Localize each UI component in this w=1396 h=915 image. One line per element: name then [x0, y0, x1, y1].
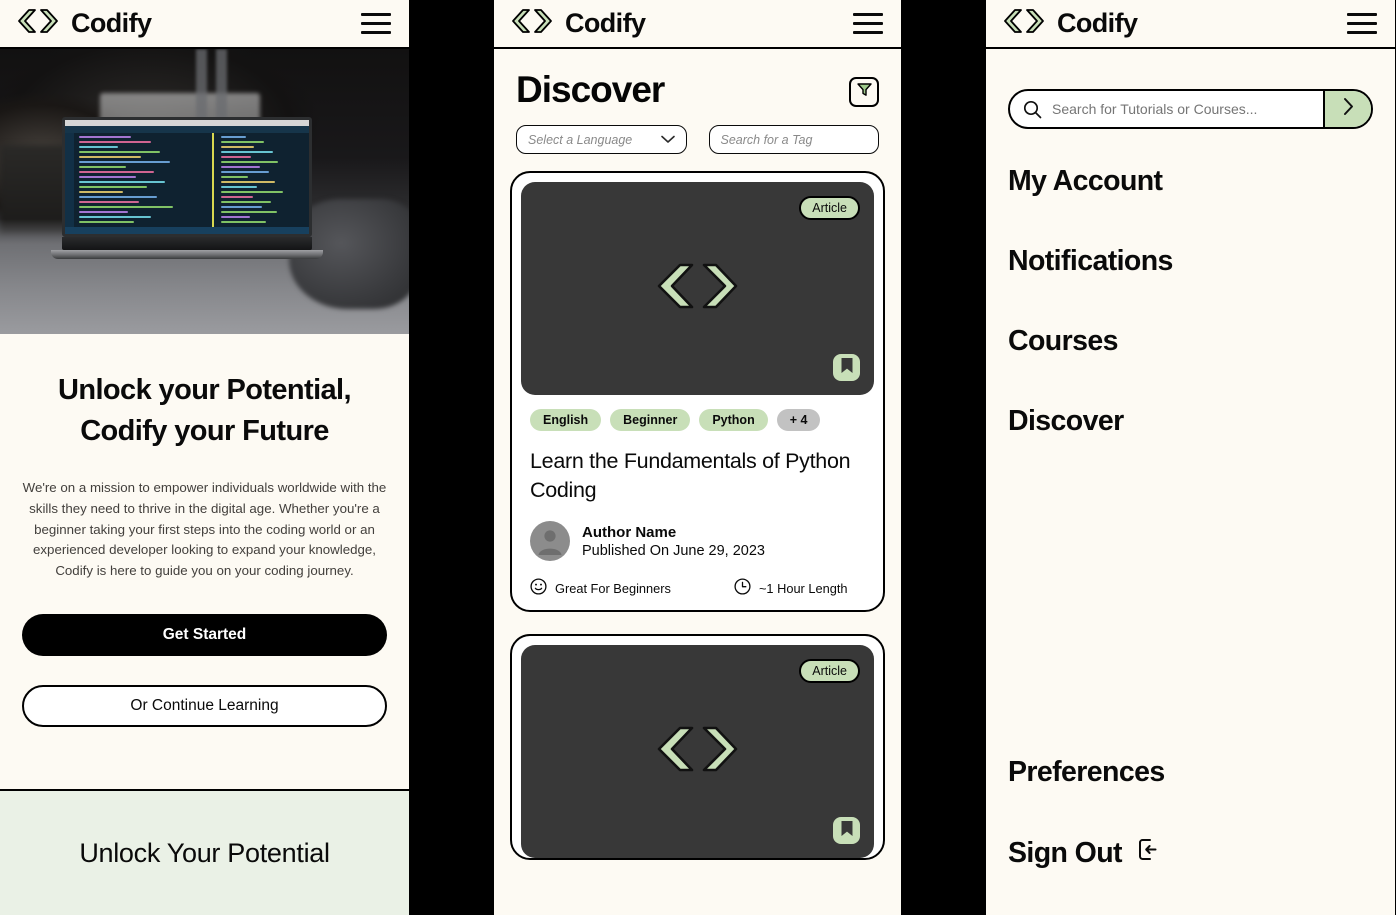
- brand-logo[interactable]: Codify: [14, 8, 152, 39]
- search-icon: [1010, 100, 1052, 119]
- funnel-filter-icon: [856, 81, 873, 103]
- menu-item-label: Courses: [1008, 325, 1118, 357]
- smiley-icon: [530, 578, 547, 598]
- code-chevrons-icon: [14, 8, 62, 39]
- menu-item-my-account[interactable]: My Account: [1008, 165, 1373, 198]
- menu-item-sign-out[interactable]: Sign Out: [1008, 836, 1165, 871]
- search-bar[interactable]: [1008, 89, 1373, 129]
- page-title: Unlock your Potential, Codify your Futur…: [22, 370, 387, 452]
- bookmark-button[interactable]: [833, 817, 860, 845]
- list-item[interactable]: Article: [510, 634, 885, 861]
- promo-heading: Unlock Your Potential: [79, 837, 330, 868]
- status-badge: Article: [799, 196, 860, 220]
- code-chevrons-icon: [508, 8, 556, 39]
- published-date: Published On June 29, 2023: [582, 542, 765, 559]
- clock-icon: [734, 578, 751, 598]
- discover-panel: Codify Discover Select a Language Search…: [492, 0, 903, 915]
- filter-controls: Select a Language Search for a Tag: [494, 108, 901, 154]
- menu-item-label: Notifications: [1008, 245, 1173, 277]
- sign-out-icon: [1134, 836, 1161, 871]
- hamburger-icon[interactable]: [853, 13, 883, 34]
- menu-item-preferences[interactable]: Preferences: [1008, 756, 1165, 789]
- menu-item-courses[interactable]: Courses: [1008, 325, 1373, 358]
- discover-card-list[interactable]: Article English Beginner Python + 4 Lear…: [494, 154, 901, 861]
- menu-item-label: Preferences: [1008, 756, 1165, 788]
- hamburger-icon[interactable]: [1347, 13, 1377, 34]
- hero-title-line-2: Codify your Future: [80, 415, 329, 448]
- laptop-illustration: [51, 117, 323, 259]
- code-chevrons-icon: [1000, 8, 1048, 39]
- tag-search-placeholder: Search for a Tag: [720, 132, 813, 147]
- chevron-right-icon: [1342, 97, 1355, 121]
- hamburger-icon[interactable]: [361, 13, 391, 34]
- avatar: [530, 521, 570, 562]
- card-meta-row: Great For Beginners ~1 Hour Length: [530, 578, 865, 598]
- chevron-down-icon: [660, 133, 675, 147]
- panel-divider-1: [411, 0, 492, 915]
- search-input[interactable]: [1052, 101, 1323, 117]
- app-bar-discover: Codify: [494, 0, 901, 49]
- panel-divider-2: [903, 0, 984, 915]
- promo-section: Unlock Your Potential: [0, 789, 409, 915]
- language-select[interactable]: Select a Language: [516, 125, 687, 154]
- hero-copy: Unlock your Potential, Codify your Futur…: [0, 334, 409, 581]
- author-row: Author Name Published On June 29, 2023: [530, 521, 865, 562]
- tag[interactable]: English: [530, 409, 602, 431]
- menu-items: My Account Notifications Courses Discove…: [986, 129, 1395, 438]
- menu-panel: Codify Search for Tutorials or Courses..…: [984, 0, 1395, 915]
- app-bar-menu: Codify: [986, 0, 1395, 49]
- hero-image: [0, 49, 409, 334]
- difficulty-label: Great For Beginners: [555, 580, 671, 596]
- continue-learning-button[interactable]: Or Continue Learning: [22, 685, 387, 728]
- landing-panel: Codify Unlock your Potential, Codify you…: [0, 0, 411, 915]
- page-title: Discover: [516, 69, 665, 110]
- brand-name: Codify: [565, 8, 646, 38]
- difficulty-meta: Great For Beginners: [530, 578, 671, 598]
- list-item[interactable]: Article English Beginner Python + 4 Lear…: [510, 171, 885, 613]
- brand-logo[interactable]: Codify: [1000, 8, 1138, 39]
- more-tags-badge[interactable]: + 4: [776, 409, 821, 431]
- bookmark-icon: [840, 357, 854, 379]
- cta-group: Get Started Or Continue Learning: [0, 614, 409, 728]
- search-section: [986, 49, 1395, 129]
- menu-item-discover[interactable]: Discover: [1008, 405, 1373, 438]
- card-body: English Beginner Python + 4 Learn the Fu…: [521, 395, 874, 610]
- app-bar-landing: Codify: [0, 0, 409, 49]
- menu-item-label: My Account: [1008, 165, 1163, 197]
- hero-title-line-1: Unlock your Potential,: [58, 374, 352, 406]
- language-select-placeholder: Select a Language: [528, 132, 633, 147]
- tag[interactable]: Python: [699, 409, 768, 431]
- tag-list: English Beginner Python + 4: [530, 409, 865, 431]
- discover-header: Discover: [494, 49, 901, 108]
- tag-search-input[interactable]: Search for a Tag: [708, 125, 879, 154]
- get-started-button[interactable]: Get Started: [22, 614, 387, 657]
- code-chevrons-icon: [651, 724, 745, 779]
- author-name: Author Name: [582, 523, 677, 541]
- card-thumbnail: Article: [521, 182, 874, 395]
- brand-name: Codify: [1057, 8, 1138, 38]
- card-thumbnail: Article: [521, 645, 874, 859]
- duration-label: ~1 Hour Length: [758, 580, 848, 596]
- menu-item-label: Sign Out: [1008, 837, 1123, 869]
- filter-button[interactable]: [849, 77, 879, 107]
- menu-item-notifications[interactable]: Notifications: [1008, 245, 1373, 278]
- bookmark-icon: [840, 820, 854, 842]
- menu-item-label: Discover: [1008, 405, 1124, 437]
- code-chevrons-icon: [651, 261, 745, 316]
- duration-meta: ~1 Hour Length: [734, 578, 848, 598]
- three-panel-mockup: Codify Unlock your Potential, Codify you…: [0, 0, 1396, 915]
- bookmark-button[interactable]: [833, 354, 860, 381]
- status-badge: Article: [799, 659, 860, 684]
- search-submit-button[interactable]: [1323, 91, 1371, 127]
- brand-logo[interactable]: Codify: [508, 8, 646, 39]
- brand-name: Codify: [71, 8, 152, 38]
- card-title[interactable]: Learn the Fundamentals of Python Coding: [530, 447, 865, 504]
- tag[interactable]: Beginner: [610, 409, 691, 431]
- hero-description: We're on a mission to empower individual…: [22, 480, 387, 578]
- menu-bottom-items: Preferences Sign Out: [1008, 756, 1165, 871]
